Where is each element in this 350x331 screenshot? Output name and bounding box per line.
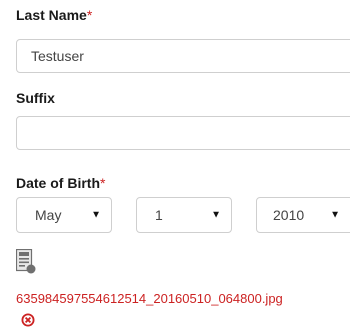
chevron-down-icon: ▼: [211, 209, 221, 221]
suffix-input[interactable]: [16, 116, 350, 150]
dob-year-value: 2010: [273, 207, 305, 223]
chevron-down-icon: ▼: [91, 209, 101, 221]
required-asterisk: *: [86, 7, 93, 23]
dob-label-text: Date of Birth: [16, 175, 100, 191]
chevron-down-icon: ▼: [330, 209, 340, 221]
suffix-label: Suffix: [16, 90, 55, 106]
dob-year-select[interactable]: 2010 ▼: [256, 197, 350, 233]
dob-day-select[interactable]: 1 ▼: [136, 197, 232, 233]
document-icon: [16, 249, 36, 274]
suffix-label-text: Suffix: [16, 90, 55, 106]
last-name-label-text: Last Name: [16, 7, 87, 23]
last-name-label: Last Name*: [16, 7, 92, 23]
dob-month-value: May: [35, 207, 62, 223]
dob-label: Date of Birth*: [16, 175, 105, 191]
dob-day-value: 1: [155, 207, 163, 223]
remove-circle-icon[interactable]: [21, 313, 35, 327]
dob-month-select[interactable]: May ▼: [16, 197, 112, 233]
attachment-filename[interactable]: 635984597554612514_20160510_064800.jpg: [16, 291, 283, 306]
last-name-input[interactable]: [16, 39, 350, 73]
required-asterisk: *: [100, 175, 106, 191]
